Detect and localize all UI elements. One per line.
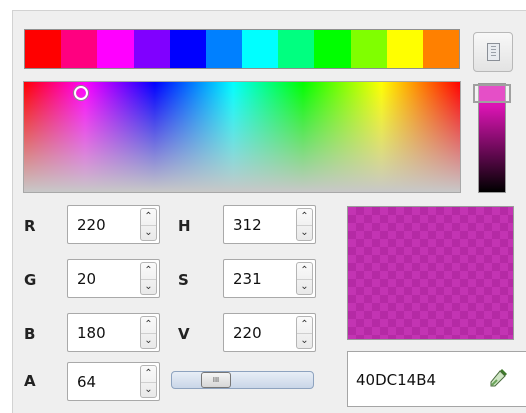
green-value[interactable]: 20 bbox=[77, 270, 96, 288]
chevron-up-icon[interactable]: ⌃ bbox=[141, 366, 156, 383]
chevron-down-icon[interactable]: ⌄ bbox=[141, 382, 156, 398]
label-s: S bbox=[178, 271, 189, 289]
hex-value[interactable]: 40DC14B4 bbox=[356, 371, 436, 389]
swatch-chartreuse[interactable] bbox=[350, 30, 387, 68]
label-b: B bbox=[24, 325, 36, 343]
swatch-azure[interactable] bbox=[205, 30, 243, 68]
value-slider-handle[interactable] bbox=[473, 84, 511, 103]
red-stepper[interactable]: ⌃ ⌄ bbox=[140, 208, 157, 241]
hue-stepper[interactable]: ⌃ ⌄ bbox=[296, 208, 313, 241]
chevron-down-icon[interactable]: ⌄ bbox=[297, 279, 312, 295]
eyedropper-icon[interactable] bbox=[488, 366, 510, 388]
label-v: V bbox=[178, 325, 190, 343]
palette-button[interactable] bbox=[473, 32, 513, 72]
swatch-magenta[interactable] bbox=[97, 30, 134, 68]
chevron-up-icon[interactable]: ⌃ bbox=[141, 263, 156, 280]
color-picker-cursor[interactable] bbox=[74, 86, 88, 100]
swatch-orange[interactable] bbox=[422, 30, 460, 68]
swatch-violet[interactable] bbox=[133, 30, 170, 68]
saturation-stepper[interactable]: ⌃ ⌄ bbox=[296, 262, 313, 295]
saturation-spinbox[interactable]: 231 ⌃ ⌄ bbox=[223, 259, 316, 298]
red-value[interactable]: 220 bbox=[77, 216, 106, 234]
chevron-up-icon[interactable]: ⌃ bbox=[141, 209, 156, 226]
label-r: R bbox=[24, 217, 36, 235]
swatch-cyan[interactable] bbox=[242, 30, 279, 68]
hue-spinbox[interactable]: 312 ⌃ ⌄ bbox=[223, 205, 316, 244]
alpha-spinbox[interactable]: 64 ⌃ ⌄ bbox=[67, 362, 160, 401]
value-spinbox[interactable]: 220 ⌃ ⌄ bbox=[223, 313, 316, 352]
chevron-down-icon[interactable]: ⌄ bbox=[141, 279, 156, 295]
hex-field[interactable]: 40DC14B4 bbox=[347, 351, 526, 407]
chevron-up-icon[interactable]: ⌃ bbox=[297, 317, 312, 334]
green-stepper[interactable]: ⌃ ⌄ bbox=[140, 262, 157, 295]
label-g: G bbox=[24, 271, 37, 289]
blue-spinbox[interactable]: 180 ⌃ ⌄ bbox=[67, 313, 160, 352]
preset-swatches bbox=[24, 29, 460, 69]
saturation-value[interactable]: 231 bbox=[233, 270, 262, 288]
label-a: A bbox=[24, 372, 36, 390]
red-spinbox[interactable]: 220 ⌃ ⌄ bbox=[67, 205, 160, 244]
swatch-rose[interactable] bbox=[61, 30, 98, 68]
blue-stepper[interactable]: ⌃ ⌄ bbox=[140, 316, 157, 349]
alpha-stepper[interactable]: ⌃ ⌄ bbox=[140, 365, 157, 398]
hue-saturation-field[interactable] bbox=[23, 81, 461, 193]
palette-icon bbox=[487, 43, 500, 61]
alpha-value[interactable]: 64 bbox=[77, 373, 96, 391]
chevron-up-icon[interactable]: ⌃ bbox=[297, 209, 312, 226]
swatch-red[interactable] bbox=[25, 30, 62, 68]
chevron-down-icon[interactable]: ⌄ bbox=[297, 333, 312, 349]
color-preview bbox=[347, 206, 514, 340]
swatch-yellow[interactable] bbox=[386, 30, 423, 68]
chevron-up-icon[interactable]: ⌃ bbox=[141, 317, 156, 334]
alpha-slider[interactable] bbox=[171, 371, 314, 389]
value-value[interactable]: 220 bbox=[233, 324, 262, 342]
label-h: H bbox=[178, 217, 191, 235]
blue-value[interactable]: 180 bbox=[77, 324, 106, 342]
alpha-slider-handle[interactable]: III bbox=[201, 372, 231, 388]
hue-value[interactable]: 312 bbox=[233, 216, 262, 234]
value-stepper[interactable]: ⌃ ⌄ bbox=[296, 316, 313, 349]
swatch-spring-green[interactable] bbox=[278, 30, 315, 68]
chevron-down-icon[interactable]: ⌄ bbox=[141, 333, 156, 349]
chevron-down-icon[interactable]: ⌄ bbox=[141, 225, 156, 241]
chevron-down-icon[interactable]: ⌄ bbox=[297, 225, 312, 241]
swatch-green[interactable] bbox=[314, 30, 351, 68]
chevron-up-icon[interactable]: ⌃ bbox=[297, 263, 312, 280]
swatch-blue[interactable] bbox=[169, 30, 206, 68]
green-spinbox[interactable]: 20 ⌃ ⌄ bbox=[67, 259, 160, 298]
